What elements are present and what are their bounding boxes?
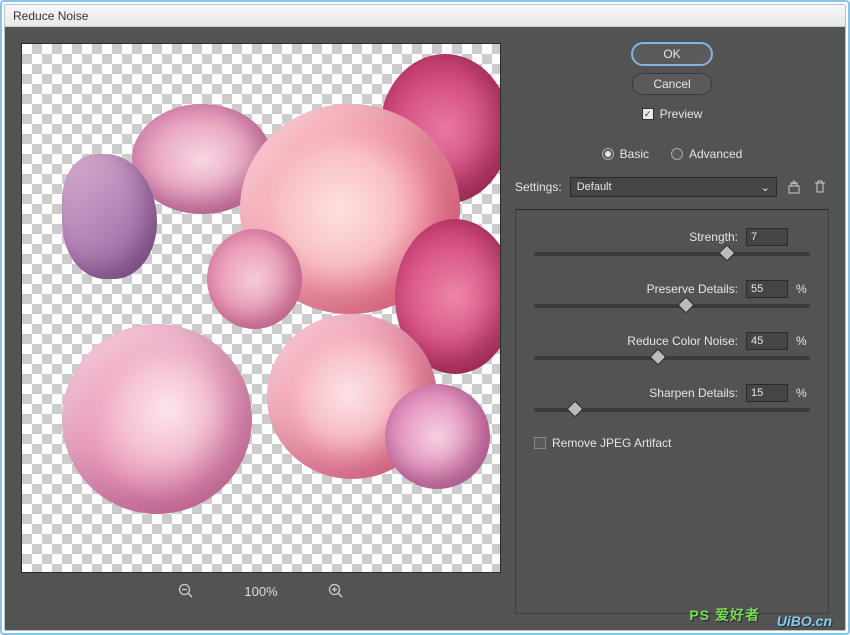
zoom-out-icon[interactable]: [178, 583, 194, 599]
settings-label: Settings:: [515, 180, 562, 194]
percent-symbol: %: [796, 282, 810, 296]
rose-image: [385, 384, 490, 489]
preview-label: Preview: [660, 107, 703, 121]
sliders-panel: Strength: Preserve Details: %: [515, 209, 829, 614]
preview-image[interactable]: [21, 43, 501, 573]
slider-thumb-icon[interactable]: [719, 245, 736, 262]
sharpen-details-label: Sharpen Details:: [649, 386, 738, 400]
strength-group: Strength:: [534, 228, 810, 256]
preserve-details-group: Preserve Details: %: [534, 280, 810, 308]
reduce-color-noise-group: Reduce Color Noise: %: [534, 332, 810, 360]
basic-label: Basic: [620, 147, 649, 161]
left-pane: 100%: [21, 43, 501, 614]
rose-image: [62, 324, 252, 514]
preserve-details-slider[interactable]: [534, 304, 810, 308]
preserve-details-input[interactable]: [746, 280, 788, 298]
watermark-bottom-2: PS 爱好者: [689, 605, 760, 625]
window-title: Reduce Noise: [13, 9, 88, 23]
sharpen-details-slider[interactable]: [534, 408, 810, 412]
preview-content: [22, 44, 500, 572]
slider-thumb-icon[interactable]: [650, 349, 667, 366]
ok-button[interactable]: OK: [632, 43, 712, 65]
slider-thumb-icon[interactable]: [567, 401, 584, 418]
remove-jpeg-row[interactable]: Remove JPEG Artifact: [534, 436, 810, 450]
watermark-bottom: UiBO.cn: [777, 613, 832, 629]
rose-image: [207, 229, 302, 329]
reduce-color-noise-slider[interactable]: [534, 356, 810, 360]
advanced-radio[interactable]: Advanced: [671, 147, 742, 161]
preview-checkbox[interactable]: ✓: [642, 108, 654, 120]
percent-symbol: %: [796, 386, 810, 400]
settings-value: Default: [577, 181, 612, 193]
remove-jpeg-label: Remove JPEG Artifact: [552, 436, 671, 450]
settings-select[interactable]: Default ⌄: [570, 177, 777, 197]
basic-radio[interactable]: Basic: [602, 147, 649, 161]
zoom-in-icon[interactable]: [328, 583, 344, 599]
sharpen-details-group: Sharpen Details: %: [534, 384, 810, 412]
slider-thumb-icon[interactable]: [677, 297, 694, 314]
strength-input[interactable]: [746, 228, 788, 246]
preview-checkbox-row[interactable]: ✓ Preview: [642, 107, 703, 121]
save-preset-icon[interactable]: [785, 178, 803, 196]
titlebar: Reduce Noise: [5, 5, 845, 27]
remove-jpeg-checkbox[interactable]: [534, 437, 546, 449]
settings-row: Settings: Default ⌄: [515, 177, 829, 197]
advanced-label: Advanced: [689, 147, 742, 161]
dialog-content: 100% OK Cancel ✓ Preview Basic: [5, 27, 845, 630]
mode-radio-group: Basic Advanced: [515, 147, 829, 161]
strength-slider[interactable]: [534, 252, 810, 256]
reduce-color-noise-label: Reduce Color Noise:: [627, 334, 738, 348]
preserve-details-label: Preserve Details:: [647, 282, 738, 296]
sharpen-details-input[interactable]: [746, 384, 788, 402]
strength-label: Strength:: [689, 230, 738, 244]
cancel-button[interactable]: Cancel: [632, 73, 712, 95]
right-pane: OK Cancel ✓ Preview Basic Advanced Set: [515, 43, 829, 614]
zoom-controls: 100%: [21, 573, 501, 609]
percent-symbol: %: [796, 334, 810, 348]
delete-preset-icon[interactable]: [811, 178, 829, 196]
reduce-color-noise-input[interactable]: [746, 332, 788, 350]
chevron-down-icon: ⌄: [761, 181, 770, 194]
radio-off-icon: [671, 148, 683, 160]
radio-on-icon: [602, 148, 614, 160]
dialog-window: Reduce Noise: [4, 4, 846, 631]
zoom-level[interactable]: 100%: [244, 584, 277, 599]
